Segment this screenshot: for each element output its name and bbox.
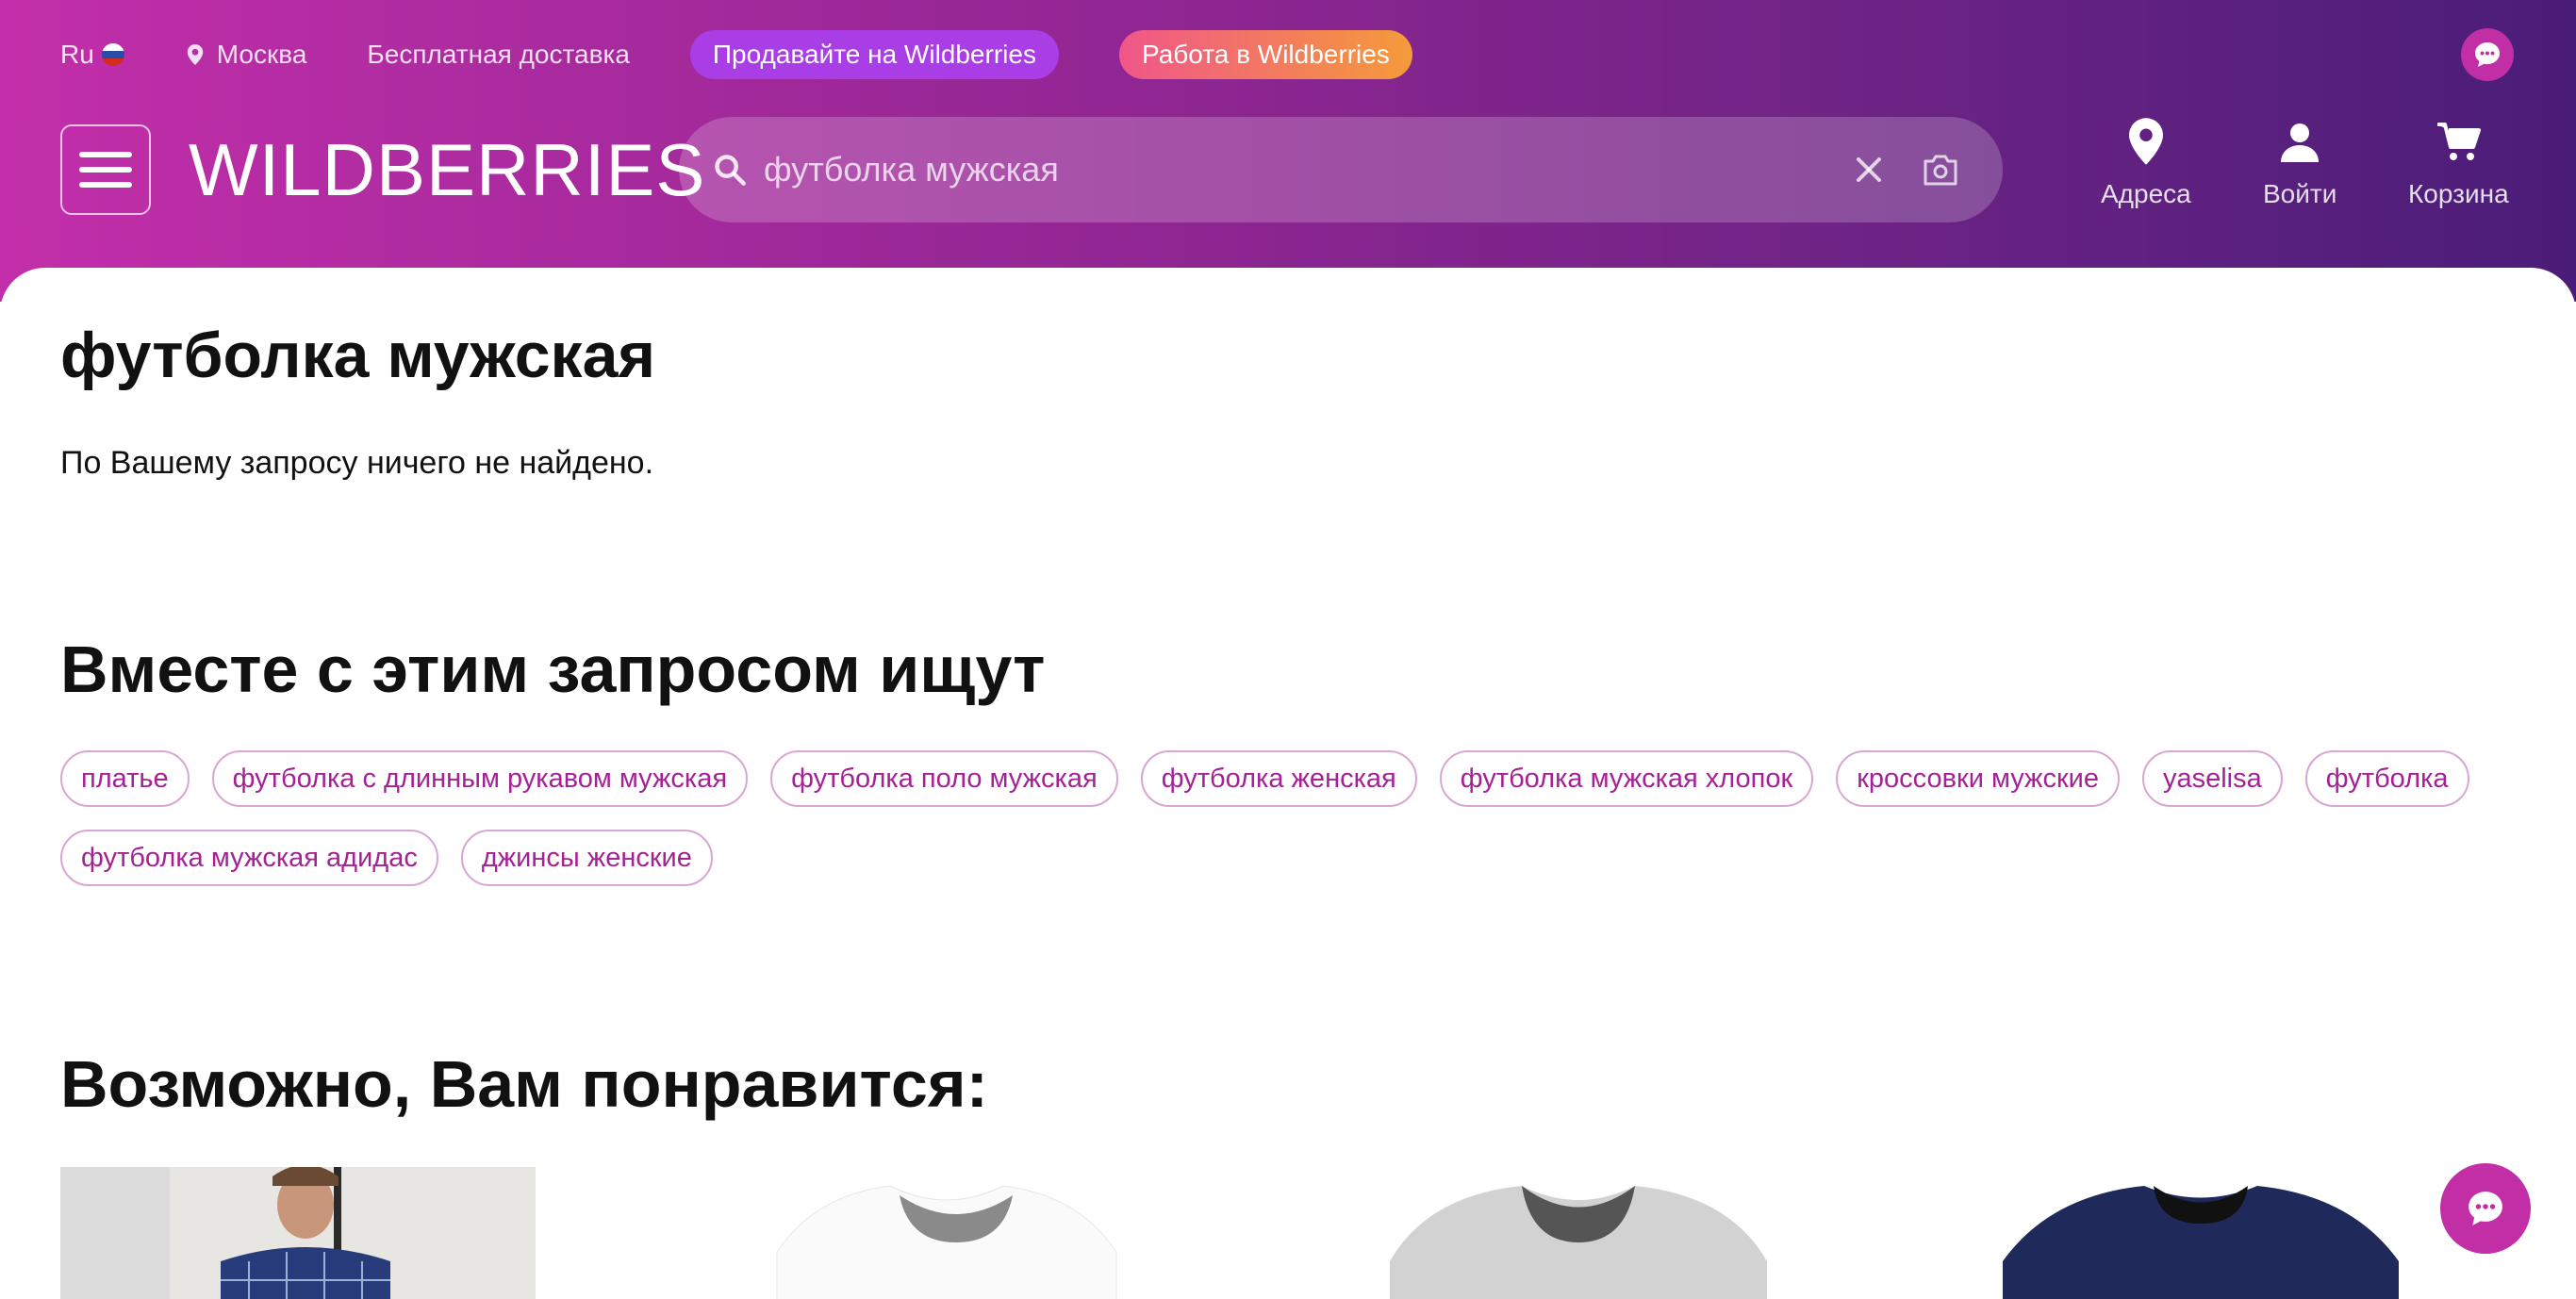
recommendations-title: Возможно, Вам понравится: bbox=[60, 1047, 988, 1121]
related-tag[interactable]: футболка поло мужская bbox=[770, 750, 1118, 807]
chat-bubble-icon bbox=[2469, 1192, 2502, 1225]
related-tag[interactable]: джинсы женские bbox=[460, 830, 713, 886]
job-label: Работа в Wildberries bbox=[1141, 40, 1390, 69]
related-tags: платье футболка с длинным рукавом мужска… bbox=[60, 750, 2512, 886]
city-label: Москва bbox=[216, 40, 307, 69]
cart-label: Корзина bbox=[2408, 179, 2509, 208]
no-results-message: По Вашему запросу ничего не найдено. bbox=[60, 445, 654, 481]
product-card-navy-tshirt[interactable] bbox=[1946, 1167, 2474, 1299]
product-card-shirt[interactable] bbox=[60, 1167, 536, 1299]
free-delivery-label: Бесплатная доставка bbox=[367, 40, 630, 69]
wildberries-logo[interactable]: WILDBERRIES bbox=[189, 123, 705, 217]
related-tag[interactable]: футболка мужская хлопок bbox=[1439, 750, 1814, 807]
product-card-gray-tshirt[interactable] bbox=[1324, 1167, 1852, 1299]
location-pin-icon bbox=[2128, 118, 2163, 165]
topbar: Ru Москва Бесплатная доставка Продавайте… bbox=[60, 28, 1473, 81]
related-tag[interactable]: футболка bbox=[2304, 750, 2469, 807]
product-carousel bbox=[60, 1167, 2531, 1299]
chat-button-top[interactable] bbox=[2461, 28, 2514, 81]
related-tag[interactable]: платье bbox=[60, 750, 190, 807]
related-tag[interactable]: футболка с длинным рукавом мужская bbox=[211, 750, 749, 807]
related-tag[interactable]: футболка женская bbox=[1140, 750, 1417, 807]
related-tag[interactable]: yaselisa bbox=[2141, 750, 2283, 807]
cart-button[interactable]: Корзина bbox=[2408, 117, 2509, 209]
hamburger-line bbox=[79, 152, 132, 157]
search-input[interactable] bbox=[764, 150, 1854, 189]
hamburger-line bbox=[79, 167, 132, 173]
related-tag[interactable]: футболка мужская адидас bbox=[60, 830, 438, 886]
user-icon bbox=[2281, 123, 2320, 162]
chat-floating-button[interactable] bbox=[2440, 1163, 2531, 1254]
chat-bubble-icon bbox=[2475, 42, 2500, 67]
sell-label: Продавайте на Wildberries bbox=[712, 40, 1036, 69]
addresses-button[interactable]: Адреса bbox=[2101, 117, 2191, 209]
related-tag[interactable]: кроссовки мужские bbox=[1836, 750, 2120, 807]
login-label: Войти bbox=[2263, 179, 2337, 208]
work-at-wildberries-button[interactable]: Работа в Wildberries bbox=[1118, 30, 1412, 79]
addresses-label: Адреса bbox=[2101, 179, 2191, 208]
sell-on-wildberries-button[interactable]: Продавайте на Wildberries bbox=[689, 30, 1059, 79]
search-bar bbox=[679, 117, 2003, 222]
login-button[interactable]: Войти bbox=[2263, 117, 2337, 209]
free-delivery-link[interactable]: Бесплатная доставка bbox=[367, 40, 630, 70]
page-title: футболка мужская bbox=[60, 320, 656, 391]
language-label: Ru bbox=[60, 40, 94, 69]
language-selector[interactable]: Ru bbox=[60, 40, 124, 70]
search-icon[interactable] bbox=[713, 153, 747, 187]
related-searches-title: Вместе с этим запросом ищут bbox=[60, 633, 1046, 706]
catalog-menu-button[interactable] bbox=[60, 124, 151, 215]
hamburger-line bbox=[79, 182, 132, 188]
product-card-white-tshirt[interactable] bbox=[702, 1167, 1230, 1299]
russia-flag-icon bbox=[101, 43, 124, 66]
cart-icon bbox=[2437, 123, 2482, 160]
header: Ru Москва Бесплатная доставка Продавайте… bbox=[0, 0, 2576, 302]
location-pin-icon bbox=[187, 44, 204, 65]
camera-search-icon[interactable] bbox=[1922, 153, 1959, 187]
city-selector[interactable]: Москва bbox=[185, 40, 307, 70]
clear-search-icon[interactable] bbox=[1854, 155, 1884, 185]
